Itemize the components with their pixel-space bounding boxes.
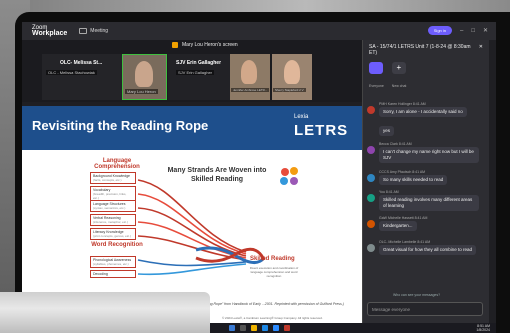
message-text: Great visual for how they all combine to… <box>379 245 477 255</box>
message-meta: GaW Michelle Hassett 8:41 AM <box>379 216 428 220</box>
message-text: Skilled reading involves many different … <box>379 195 479 211</box>
message-meta: You 8:41 AM <box>379 190 399 194</box>
participant-face <box>284 60 300 84</box>
clock-date: 1/8/2024 <box>476 328 490 332</box>
video-icon <box>79 28 88 34</box>
avatar <box>367 146 375 154</box>
tile-sub: OLC - Melissa Stachowiak <box>46 70 97 75</box>
strand-box: Language Structures (syntax, semantics, e… <box>90 200 136 212</box>
video-tile[interactable]: Sherry Stapleford 2 V <box>272 54 312 100</box>
chat-tabs: Everyone + New chat <box>363 60 489 94</box>
tile-sub: SJV Erin Gallagher <box>176 70 215 75</box>
foreground-object <box>0 292 210 333</box>
folder-icon[interactable] <box>250 325 257 331</box>
tile-sub: Sherry Stapleford 2 V <box>273 88 306 92</box>
share-icon <box>172 42 178 48</box>
strand-label: Decoding <box>93 272 108 276</box>
message-meta: PMH Karen Hollinger 8:41 AM <box>379 102 426 106</box>
message-meta: CCCS Amy Pfautsch 8:41 AM <box>379 170 426 174</box>
search-icon[interactable] <box>239 325 246 331</box>
avatar <box>367 194 375 202</box>
close-icon[interactable]: ✕ <box>479 44 483 56</box>
app-brand: Zoom Workplace <box>32 25 67 37</box>
screen-share-indicator[interactable]: Mary Lou Heron's screen <box>172 42 238 48</box>
slide-title: Revisiting the Reading Rope <box>32 118 209 133</box>
signin-button[interactable]: Sign in <box>427 26 452 35</box>
people-icon <box>369 62 383 74</box>
maximize-icon[interactable]: □ <box>471 28 475 34</box>
tile-sub: Mary Lou Heron <box>125 89 158 94</box>
strand-sub: (breadth, precision, links, etc.) <box>93 192 127 200</box>
lexia-logo-text: Lexia <box>294 114 309 120</box>
strand-sub: (facts, concepts, etc.) <box>93 178 122 182</box>
chat-title: SA - 15/74/1 LETRS Unit 7 (1-8-24 @ 8:30… <box>369 44 471 56</box>
tab-label: New chat <box>391 84 407 88</box>
skilled-reading-sub: Fluent execution and coordination of lan… <box>249 266 299 278</box>
window-controls: Sign in – □ ✕ <box>427 26 488 35</box>
letrs-logo: LETRS <box>294 122 349 139</box>
video-tile[interactable]: OLC- Melissa St... OLC - Melissa Stachow… <box>42 54 122 100</box>
avatar <box>367 106 375 114</box>
tile-name: SJV Erin Gallagher <box>176 60 222 66</box>
chat-panel: SA - 15/74/1 LETRS Unit 7 (1-8-24 @ 8:30… <box>362 40 489 333</box>
app-icon[interactable] <box>283 325 290 331</box>
meeting-tab[interactable]: Meeting <box>79 28 108 34</box>
message-meta: OLC- Michelle Lambelle 8:41 AM <box>379 240 431 244</box>
message-text: Sorry, I am alone - I accidentally said … <box>379 107 467 117</box>
chat-compose-input[interactable]: Message everyone <box>367 302 483 316</box>
video-tile[interactable]: Jennifer Ambrose LETR... <box>230 54 270 100</box>
tile-sub: Jennifer Ambrose LETR... <box>231 88 270 92</box>
message-text: Kindergarten... <box>379 221 417 231</box>
system-clock: 8:51 AM 1/8/2024 <box>476 324 490 332</box>
meeting-label: Meeting <box>90 28 109 34</box>
video-tile[interactable]: Mary Lou Heron <box>122 54 167 100</box>
browser-icon[interactable] <box>261 325 268 331</box>
tab-new-chat[interactable]: + New chat <box>391 62 407 92</box>
tab-label: Everyone <box>369 84 384 88</box>
participant-face <box>241 60 257 84</box>
message-text: yes <box>379 126 395 136</box>
slide-header: Revisiting the Reading Rope Lexia LETRS <box>22 106 362 150</box>
video-tile[interactable]: SJV Erin Gallagher SJV Erin Gallagher <box>168 54 230 100</box>
title-bar: Zoom Workplace Meeting Sign in – □ ✕ <box>22 22 496 40</box>
avatar <box>367 244 375 252</box>
strand-sub: (inference, metaphor, etc.) <box>93 220 129 224</box>
language-comprehension-title: Language Comprehension <box>94 158 140 170</box>
message-text: So many skills needed to read <box>379 175 448 185</box>
avatar <box>367 174 375 182</box>
tile-name: OLC- Melissa St... <box>60 60 103 66</box>
strand-sub: (syllables, phonemes, etc.) <box>93 262 129 266</box>
strand-box: Decoding <box>90 270 136 278</box>
skilled-reading-title: Skilled Reading <box>250 256 295 262</box>
participant-face <box>135 61 153 87</box>
message-text: I can't change my name right now but I w… <box>379 147 479 163</box>
dots-graphic <box>280 167 298 185</box>
strand-box: Phonological Awareness (syllables, phonem… <box>90 256 136 268</box>
video-strip: Mary Lou Heron's screen OLC- Melissa St.… <box>22 40 362 102</box>
screen: Zoom Workplace Meeting Sign in – □ ✕ Mar… <box>22 22 496 333</box>
strand-box: Verbal Reasoning (inference, metaphor, et… <box>90 214 136 226</box>
chat-header: SA - 15/74/1 LETRS Unit 7 (1-8-24 @ 8:30… <box>363 40 489 60</box>
avatar <box>367 220 375 228</box>
slide-copyright: © 2024 Lexia®, a Cambium Learning® Group… <box>222 316 323 320</box>
plus-icon: + <box>391 62 406 74</box>
tab-everyone[interactable]: Everyone <box>369 62 384 92</box>
close-icon[interactable]: ✕ <box>483 27 488 34</box>
strand-box: Literacy Knowledge (print concepts, genre… <box>90 228 136 240</box>
visibility-note[interactable]: Who can see your messages? <box>393 293 440 297</box>
brand-main: Workplace <box>32 30 68 37</box>
message-meta: Becca Clark 8:41 AM <box>379 142 412 146</box>
strand-sub: (print concepts, genres, etc.) <box>93 234 132 238</box>
minimize-icon[interactable]: – <box>460 28 463 34</box>
zoom-icon[interactable] <box>272 325 279 331</box>
start-icon[interactable] <box>228 325 235 331</box>
strand-sub: (syntax, semantics, etc.) <box>93 206 126 210</box>
share-label: Mary Lou Heron's screen <box>182 42 238 48</box>
strand-box: Background Knowledge (facts, concepts, et… <box>90 172 136 184</box>
